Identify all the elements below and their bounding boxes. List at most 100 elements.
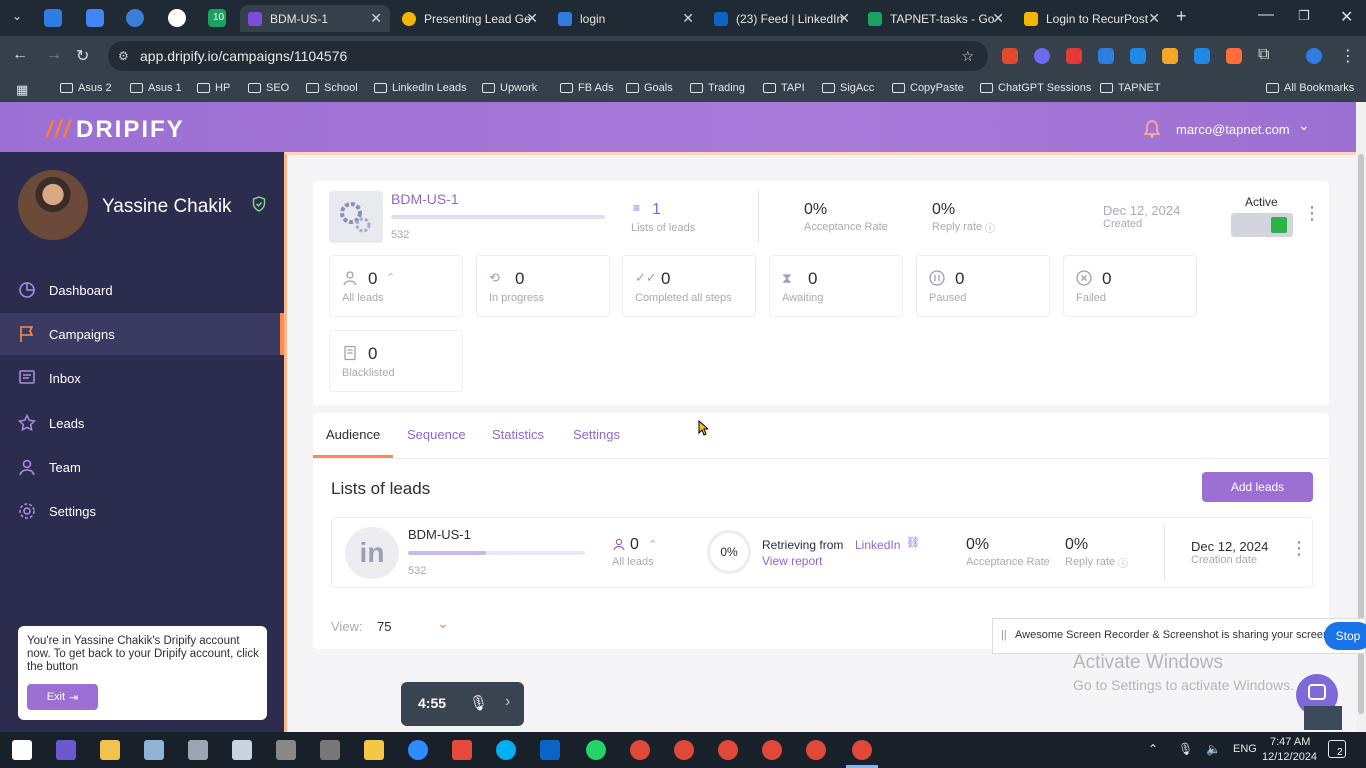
chrome-menu-icon[interactable]: ⋮	[1340, 46, 1356, 66]
chevron-down-icon[interactable]: ⌄	[1298, 117, 1310, 134]
info-icon[interactable]: ⓘ	[985, 220, 995, 235]
windows-start-icon[interactable]	[12, 740, 32, 760]
sidebar-item-leads[interactable]: Leads	[0, 402, 284, 444]
tab-sequence[interactable]: Sequence	[407, 427, 466, 442]
chrome-icon[interactable]	[762, 740, 782, 760]
stat-failed[interactable]: 0 Failed	[1063, 255, 1197, 317]
bookmark-folder[interactable]: HP	[197, 82, 230, 94]
chrome-icon[interactable]	[674, 740, 694, 760]
language-indicator[interactable]: ENG	[1233, 743, 1257, 755]
app-icon[interactable]	[276, 740, 296, 760]
bookmark-folder[interactable]: School	[306, 82, 358, 94]
bookmark-folder[interactable]: TAPI	[763, 82, 805, 94]
link-icon[interactable]: ⛓	[906, 536, 920, 549]
profile-avatar-icon[interactable]	[1306, 48, 1322, 64]
extension-icon[interactable]	[1162, 48, 1178, 64]
pinned-tab-badge-icon[interactable]: 10	[208, 9, 226, 27]
bookmark-folder[interactable]: SEO	[248, 82, 289, 94]
tab-tapnet-tasks[interactable]: TAPNET-tasks - Go ✕	[860, 5, 1012, 32]
app-icon[interactable]	[144, 740, 164, 760]
campaign-name[interactable]: BDM-US-1	[391, 191, 459, 207]
minimize-icon[interactable]: —	[1258, 6, 1274, 24]
tab-settings[interactable]: Settings	[573, 427, 620, 442]
tab-bdm-us-1[interactable]: BDM-US-1 ✕	[240, 5, 390, 32]
close-icon[interactable]: ✕	[526, 10, 538, 27]
stat-blacklisted[interactable]: 0 Blacklisted	[329, 330, 463, 392]
dripify-logo[interactable]: ///DRIPIFY	[46, 116, 185, 144]
volume-icon[interactable]: 🔈	[1206, 742, 1221, 756]
pinned-tab-docs-icon[interactable]	[86, 9, 104, 27]
sidebar-item-settings[interactable]: Settings	[0, 490, 284, 532]
app-icon[interactable]	[320, 740, 340, 760]
add-leads-button[interactable]: Add leads	[1202, 472, 1313, 502]
bookmark-folder[interactable]: Upwork	[482, 82, 537, 94]
chrome-icon[interactable]	[718, 740, 738, 760]
recorder-extension-icon[interactable]	[1066, 48, 1082, 64]
more-vertical-icon[interactable]: ⋮	[1290, 538, 1308, 559]
chevron-right-icon[interactable]: ›	[505, 693, 510, 711]
app-icon[interactable]	[364, 740, 384, 760]
tab-linkedin-feed[interactable]: (23) Feed | LinkedIn ✕	[706, 5, 858, 32]
pinned-tab-messenger-icon[interactable]	[126, 9, 144, 27]
drag-handle-icon[interactable]: ||	[1001, 629, 1007, 641]
tab-search-icon[interactable]: ⌄	[12, 9, 22, 23]
all-bookmarks[interactable]: All Bookmarks	[1266, 82, 1354, 94]
sidebar-item-team[interactable]: Team	[0, 446, 284, 488]
close-icon[interactable]: ✕	[992, 10, 1004, 27]
pinned-tab-outlook-icon[interactable]	[44, 9, 62, 27]
tab-statistics[interactable]: Statistics	[492, 427, 544, 442]
sidebar-item-dashboard[interactable]: Dashboard	[0, 269, 284, 311]
url-bar[interactable]: ⚙ app.dripify.io/campaigns/1104576 ☆	[108, 41, 988, 71]
stat-completed-all-steps[interactable]: ✓✓ 0 Completed all steps	[622, 255, 756, 317]
close-icon[interactable]: ✕	[1148, 10, 1160, 27]
stat-all-leads[interactable]: 0 ⌃ All leads	[329, 255, 463, 317]
sidebar-item-campaigns[interactable]: Campaigns	[0, 313, 284, 355]
restore-icon[interactable]: ❐	[1298, 8, 1310, 24]
pinned-tab-chatgpt-icon[interactable]	[168, 9, 186, 27]
extensions-puzzle-icon[interactable]: ⧉	[1258, 46, 1269, 64]
app-icon[interactable]	[188, 740, 208, 760]
skype-icon[interactable]	[496, 740, 516, 760]
window-close-icon[interactable]: ✕	[1340, 7, 1353, 27]
reload-icon[interactable]: ↻	[76, 46, 89, 66]
bookmark-folder[interactable]: SigAcc	[822, 82, 874, 94]
chrome-icon[interactable]	[630, 740, 650, 760]
close-icon[interactable]: ✕	[682, 10, 694, 27]
extension-icon[interactable]	[1130, 48, 1146, 64]
more-vertical-icon[interactable]: ⋮	[1303, 203, 1321, 224]
extension-icon[interactable]	[1002, 48, 1018, 64]
bookmark-folder[interactable]: Goals	[626, 82, 673, 94]
bell-icon[interactable]	[1144, 120, 1160, 138]
stat-paused[interactable]: 0 Paused	[916, 255, 1050, 317]
back-icon[interactable]: ←	[12, 46, 28, 64]
stat-in-progress[interactable]: ⟲ 0 In progress	[476, 255, 610, 317]
microphone-icon[interactable]: 🎙	[1178, 742, 1193, 756]
chevron-up-icon[interactable]: ⌃	[1148, 742, 1158, 756]
sidebar-item-inbox[interactable]: Inbox	[0, 357, 284, 399]
tab-presenting-lead[interactable]: Presenting Lead Ge ✕	[394, 5, 546, 32]
microphone-icon[interactable]: 🎙	[469, 694, 488, 712]
apps-grid-icon[interactable]: ▦	[16, 82, 28, 98]
zoom-icon[interactable]	[408, 740, 428, 760]
info-icon[interactable]: ⓘ	[1118, 555, 1128, 570]
extension-icon[interactable]	[1098, 48, 1114, 64]
tab-recurpost[interactable]: Login to RecurPost ✕	[1016, 5, 1168, 32]
tab-audience[interactable]: Audience	[326, 427, 380, 442]
source-link[interactable]: LinkedIn	[855, 538, 900, 552]
notification-icon[interactable]: 2	[1328, 740, 1346, 758]
bookmark-folder[interactable]: Trading	[690, 82, 745, 94]
app-icon[interactable]	[452, 740, 472, 760]
extension-icon[interactable]	[1034, 48, 1050, 64]
clock-time[interactable]: 7:47 AM	[1270, 736, 1310, 748]
site-info-icon[interactable]: ⚙	[118, 41, 129, 71]
clock-date[interactable]: 12/12/2024	[1262, 751, 1317, 763]
bookmark-folder[interactable]: Asus 1	[130, 82, 182, 94]
bookmark-star-icon[interactable]: ☆	[961, 41, 974, 71]
lead-list-row[interactable]: in BDM-US-1 532 0 ⌃ All leads 0% Retriev…	[331, 517, 1313, 588]
view-select[interactable]: 75 ⌄	[377, 615, 453, 637]
copilot-icon[interactable]	[56, 740, 76, 760]
close-icon[interactable]: ✕	[370, 10, 382, 27]
whatsapp-icon[interactable]	[586, 740, 606, 760]
bookmark-folder[interactable]: CopyPaste	[892, 82, 964, 94]
bookmark-folder[interactable]: ChatGPT Sessions	[980, 82, 1091, 94]
